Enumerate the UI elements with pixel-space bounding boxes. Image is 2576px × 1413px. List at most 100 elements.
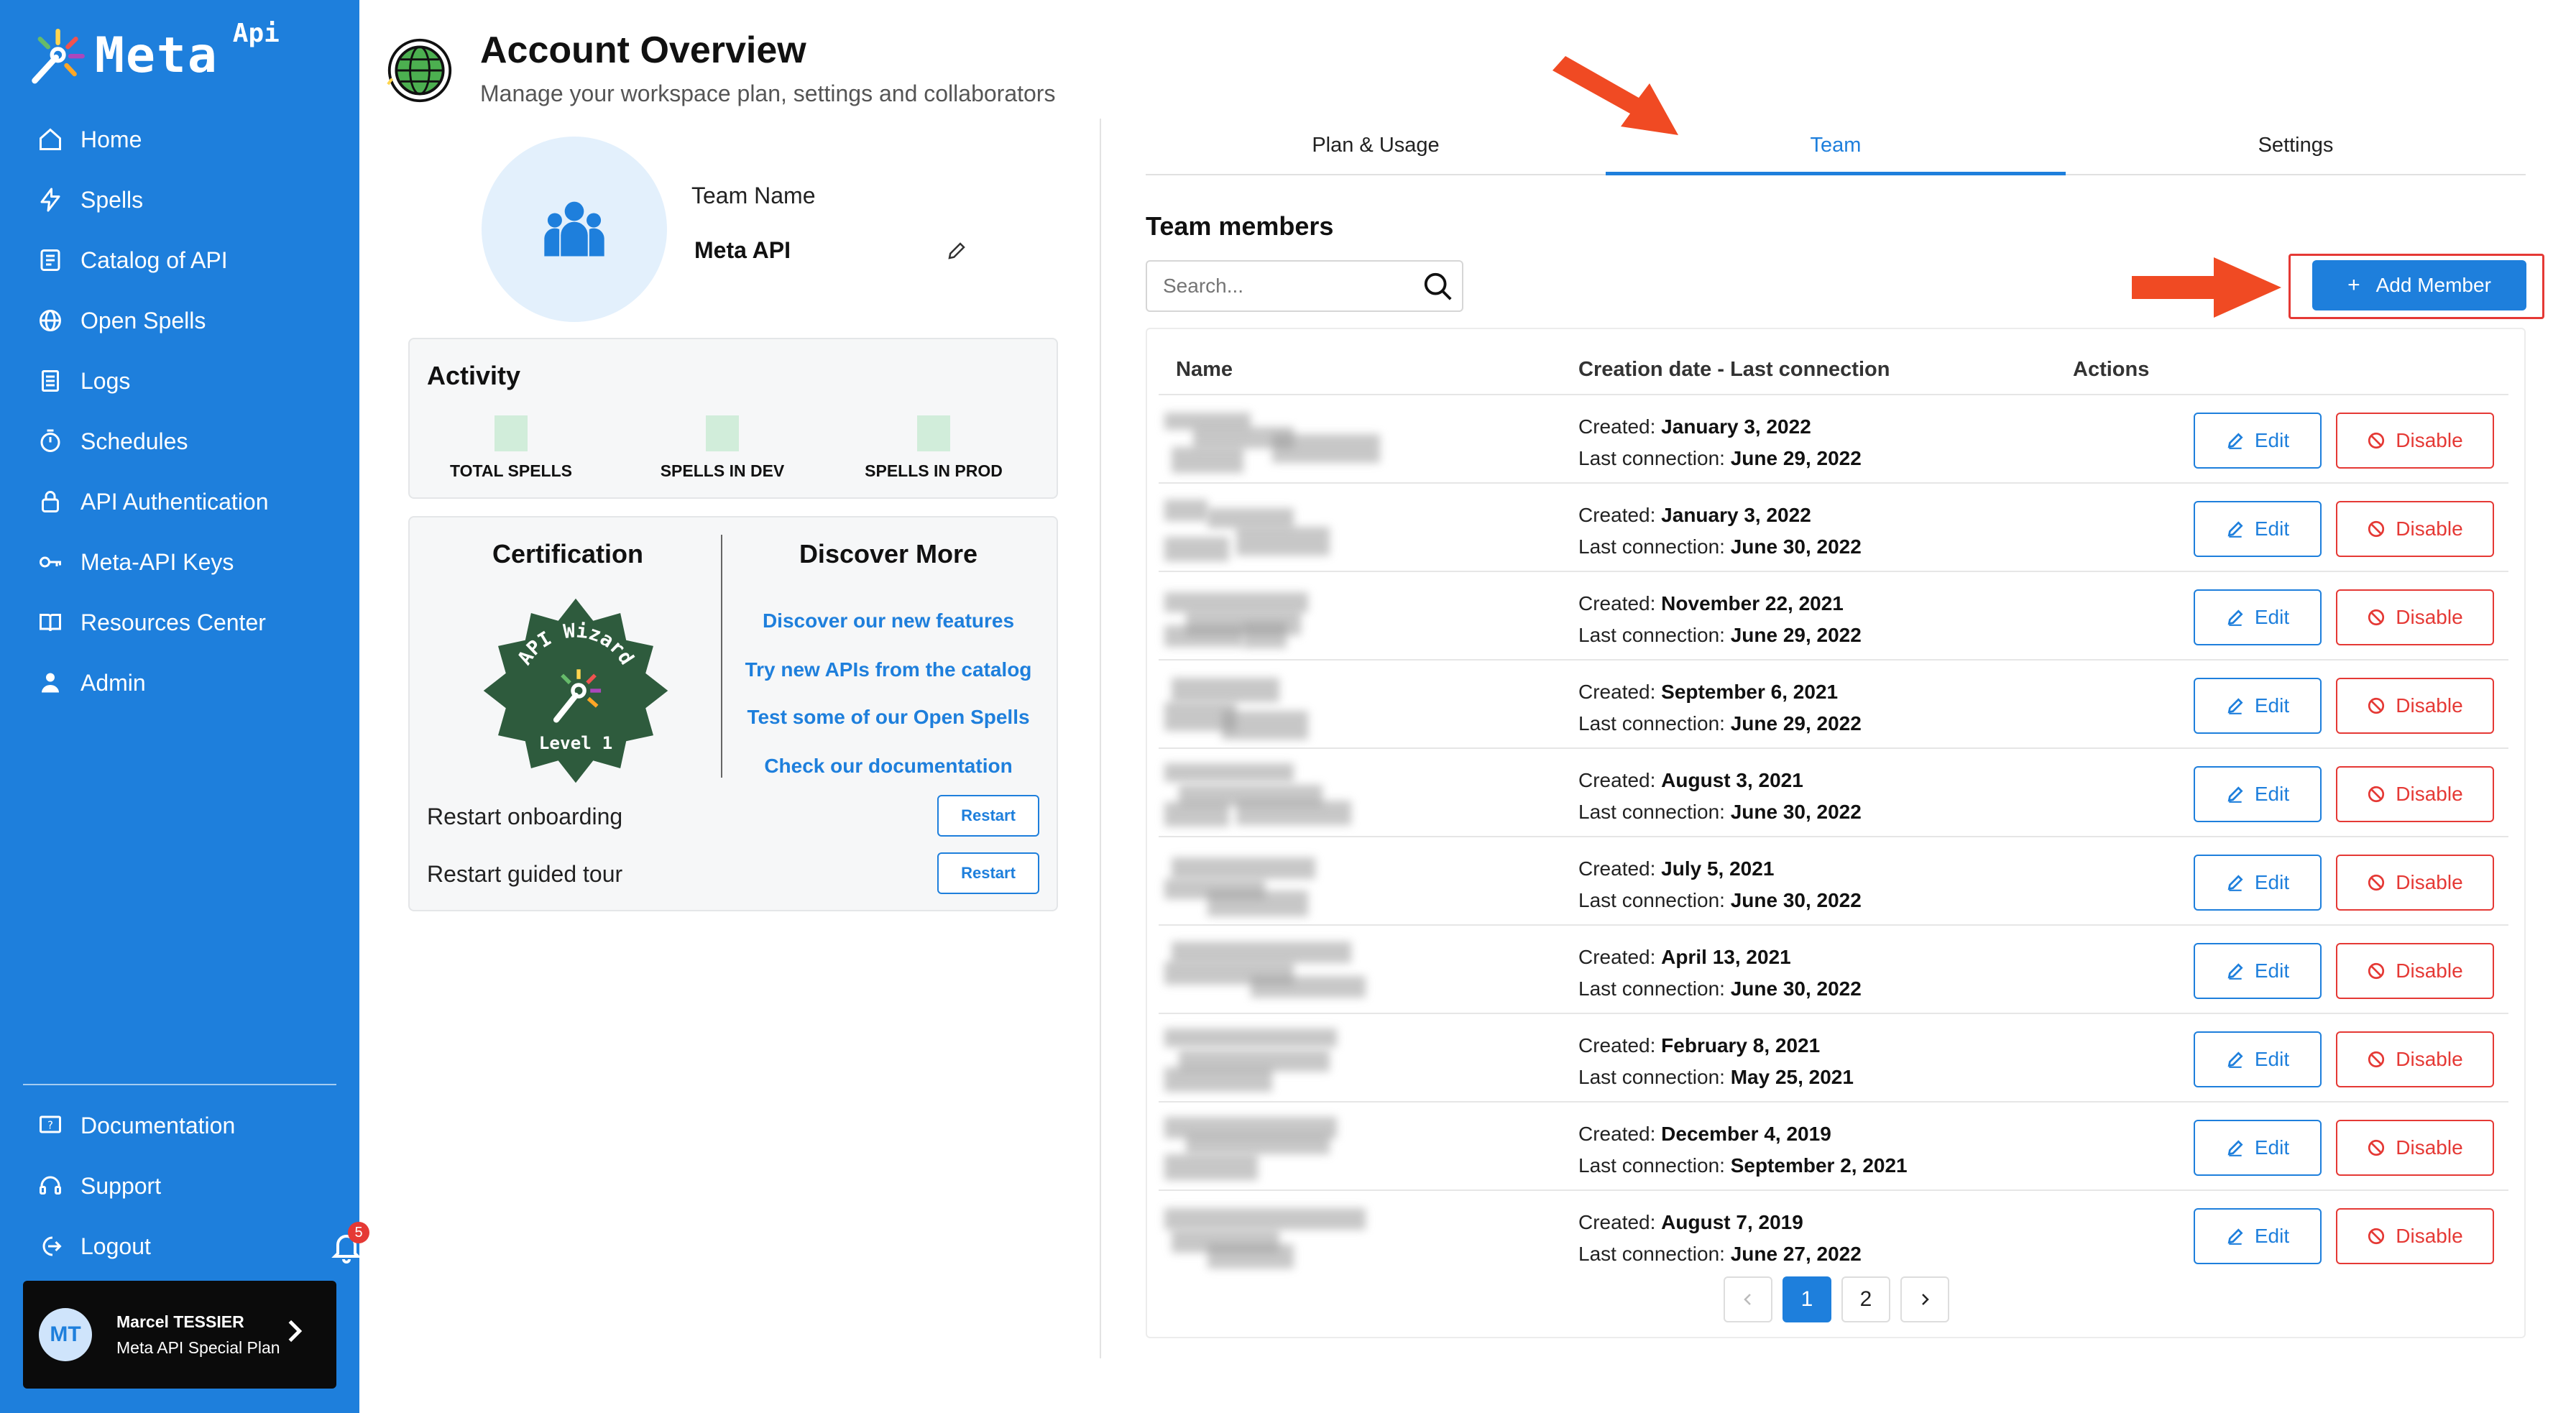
sidebar-item-label: Admin — [80, 669, 146, 696]
disable-member-button[interactable]: Disable — [2336, 1120, 2494, 1176]
disable-label: Disable — [2396, 1048, 2463, 1070]
edit-label: Edit — [2254, 871, 2290, 893]
edit-team-name-icon[interactable] — [946, 240, 967, 262]
member-search[interactable] — [1146, 260, 1463, 312]
last-connection-date: Last connection: June 30, 2022 — [1578, 801, 1862, 823]
disable-member-button[interactable]: Disable — [2336, 855, 2494, 911]
logo-text: Meta — [95, 27, 218, 84]
pagination-page-2[interactable]: 2 — [1841, 1276, 1890, 1322]
link-try-apis[interactable]: Try new APIs from the catalog — [730, 658, 1046, 681]
pencil-icon — [2227, 786, 2243, 803]
redacted-member-name — [1164, 1201, 1416, 1271]
edit-member-button[interactable]: Edit — [2194, 413, 2322, 469]
sidebar-item-documentation[interactable]: ? Documentation — [36, 1095, 331, 1156]
page-subtitle: Manage your workspace plan, settings and… — [480, 80, 1056, 106]
sidebar-bottom-nav: ? Documentation Support Logout 5 — [36, 1095, 369, 1276]
sidebar-item-api-authentication[interactable]: API Authentication — [36, 471, 269, 532]
team-name-value: Meta API — [694, 237, 791, 263]
edit-member-button[interactable]: Edit — [2194, 678, 2322, 734]
disable-member-button[interactable]: Disable — [2336, 943, 2494, 999]
add-member-button[interactable]: + Add Member — [2312, 260, 2526, 310]
sidebar-item-open-spells[interactable]: Open Spells — [36, 290, 269, 351]
disable-member-button[interactable]: Disable — [2336, 501, 2494, 557]
sidebar-item-meta-api-keys[interactable]: Meta-API Keys — [36, 532, 269, 592]
table-row: Created: August 7, 2019 Last connection: … — [1159, 1191, 2508, 1279]
restart-tour-button[interactable]: Restart — [937, 852, 1039, 894]
stat-chart-placeholder — [494, 415, 528, 451]
restart-onboarding-button[interactable]: Restart — [937, 795, 1039, 837]
notifications-bell[interactable]: 5 — [329, 1222, 369, 1264]
link-open-spells[interactable]: Test some of our Open Spells — [730, 706, 1046, 729]
disable-member-button[interactable]: Disable — [2336, 413, 2494, 469]
created-date: Created: December 4, 2019 — [1578, 1123, 1831, 1145]
sidebar-item-label: Logout — [80, 1233, 151, 1259]
pagination-page-1[interactable]: 1 — [1782, 1276, 1831, 1322]
pencil-icon — [2227, 963, 2243, 980]
link-new-features[interactable]: Discover our new features — [730, 609, 1046, 632]
sidebar-item-spells[interactable]: Spells — [36, 170, 269, 230]
disable-label: Disable — [2396, 959, 2463, 982]
activity-panel: Activity TOTAL SPELLS SPELLS IN DEV SPEL… — [408, 338, 1058, 499]
block-icon — [2368, 697, 2385, 714]
search-input[interactable] — [1163, 275, 1407, 298]
pencil-icon — [2227, 1140, 2243, 1156]
disable-label: Disable — [2396, 1136, 2463, 1159]
created-date: Created: November 22, 2021 — [1578, 592, 1844, 615]
sidebar-item-schedules[interactable]: Schedules — [36, 411, 269, 471]
edit-label: Edit — [2254, 959, 2290, 982]
last-connection-date: Last connection: June 30, 2022 — [1578, 977, 1862, 1000]
table-row: Created: November 22, 2021 Last connectio… — [1159, 572, 2508, 661]
redacted-member-name — [1164, 1113, 1416, 1183]
globe-emblem-icon — [387, 38, 452, 103]
sidebar-item-support[interactable]: Support — [36, 1156, 331, 1216]
edit-member-button[interactable]: Edit — [2194, 766, 2322, 822]
sidebar-item-logout[interactable]: Logout 5 — [36, 1216, 369, 1276]
edit-label: Edit — [2254, 606, 2290, 628]
user-profile-card[interactable]: MT Marcel TESSIER Meta API Special Plan — [23, 1281, 336, 1389]
edit-member-button[interactable]: Edit — [2194, 1208, 2322, 1264]
user-plan: Meta API Special Plan — [116, 1338, 280, 1357]
certification-title: Certification — [492, 539, 644, 569]
sidebar-item-resources-center[interactable]: Resources Center — [36, 592, 269, 653]
last-connection-date: Last connection: June 29, 2022 — [1578, 447, 1862, 469]
disable-label: Disable — [2396, 606, 2463, 628]
sidebar-item-admin[interactable]: Admin — [36, 653, 269, 713]
disable-member-button[interactable]: Disable — [2336, 766, 2494, 822]
sidebar-item-label: Open Spells — [80, 307, 206, 333]
disable-member-button[interactable]: Disable — [2336, 1031, 2494, 1087]
stat-chart-placeholder — [917, 415, 950, 451]
edit-member-button[interactable]: Edit — [2194, 1120, 2322, 1176]
logo[interactable]: Meta Api — [22, 19, 280, 92]
disable-member-button[interactable]: Disable — [2336, 678, 2494, 734]
sidebar-item-logs[interactable]: Logs — [36, 351, 269, 411]
documentation-icon: ? — [36, 1111, 65, 1140]
sidebar-item-home[interactable]: Home — [36, 109, 269, 170]
edit-member-button[interactable]: Edit — [2194, 1031, 2322, 1087]
created-date: Created: January 3, 2022 — [1578, 504, 1811, 526]
avatar: MT — [39, 1308, 92, 1361]
activity-title: Activity — [427, 361, 521, 390]
sidebar-item-catalog[interactable]: Catalog of API — [36, 230, 269, 290]
edit-member-button[interactable]: Edit — [2194, 501, 2322, 557]
sidebar-item-label: Spells — [80, 186, 144, 213]
pagination: 1 2 — [1724, 1276, 1949, 1322]
last-connection-date: Last connection: May 25, 2021 — [1578, 1066, 1854, 1088]
tab-plan-usage[interactable]: Plan & Usage — [1146, 121, 1606, 174]
annotation-arrow-icon — [1552, 56, 1678, 135]
edit-member-button[interactable]: Edit — [2194, 943, 2322, 999]
column-header-dates: Creation date - Last connection — [1578, 358, 1890, 381]
svg-text:?: ? — [47, 1119, 53, 1132]
disable-member-button[interactable]: Disable — [2336, 589, 2494, 645]
tab-settings[interactable]: Settings — [2066, 121, 2526, 174]
disable-member-button[interactable]: Disable — [2336, 1208, 2494, 1264]
edit-member-button[interactable]: Edit — [2194, 589, 2322, 645]
restart-onboarding-label: Restart onboarding — [427, 804, 623, 829]
search-icon[interactable] — [1422, 270, 1455, 303]
member-dates: Created: July 5, 2021 Last connection: Ju… — [1578, 853, 1862, 916]
edit-member-button[interactable]: Edit — [2194, 855, 2322, 911]
link-documentation[interactable]: Check our documentation — [730, 755, 1046, 778]
sidebar-divider — [23, 1084, 336, 1085]
created-date: Created: July 5, 2021 — [1578, 857, 1775, 880]
pagination-prev[interactable] — [1724, 1276, 1772, 1322]
pagination-next[interactable] — [1900, 1276, 1949, 1322]
